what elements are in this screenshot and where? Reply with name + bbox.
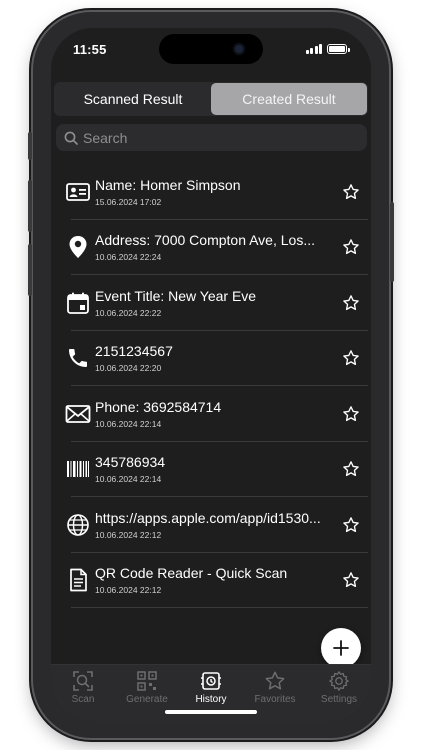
star-outline-icon bbox=[343, 405, 359, 421]
tab-favorites[interactable]: Favorites bbox=[243, 670, 307, 722]
item-title: https://apps.apple.com/app/id1530... bbox=[95, 509, 321, 526]
scan-icon bbox=[73, 671, 93, 691]
item-title: 2151234567 bbox=[95, 343, 173, 360]
item-date: 10.06.2024 22:20 bbox=[95, 363, 162, 374]
item-date: 10.06.2024 22:12 bbox=[95, 585, 162, 596]
list-item[interactable]: Phone: 3692584714 10.06.2024 22:14 bbox=[51, 386, 371, 442]
list-item[interactable]: https://apps.apple.com/app/id1530... 10.… bbox=[51, 497, 371, 553]
segment-scanned-result[interactable]: Scanned Result bbox=[55, 83, 211, 115]
search-input[interactable] bbox=[83, 129, 353, 146]
power-button bbox=[390, 202, 394, 282]
home-indicator bbox=[165, 710, 257, 714]
item-title: Name: Homer Simpson bbox=[95, 176, 241, 193]
contact-card-icon bbox=[66, 182, 90, 201]
item-date: 10.06.2024 22:14 bbox=[95, 418, 162, 429]
tab-settings[interactable]: Settings bbox=[307, 670, 371, 722]
add-button[interactable] bbox=[321, 628, 361, 668]
signal-icon bbox=[305, 44, 322, 54]
favorite-star-button[interactable] bbox=[331, 571, 371, 589]
star-outline-icon bbox=[343, 183, 359, 199]
dynamic-island bbox=[159, 34, 263, 64]
list-item[interactable]: 2151234567 10.06.2024 22:20 bbox=[51, 331, 371, 387]
camera-icon bbox=[233, 43, 245, 55]
volume-down-button bbox=[28, 244, 32, 296]
star-outline-icon bbox=[343, 294, 359, 310]
favorite-star-button[interactable] bbox=[331, 238, 371, 256]
tab-label: Generate bbox=[126, 694, 168, 705]
item-date: 10.06.2024 22:24 bbox=[95, 252, 162, 263]
star-outline-icon bbox=[343, 239, 359, 255]
favorite-star-button[interactable] bbox=[331, 183, 371, 201]
item-date: 10.06.2024 22:14 bbox=[95, 474, 162, 485]
result-type-segmented-control: Scanned Result Created Result bbox=[54, 82, 368, 116]
list-item[interactable]: QR Code Reader - Quick Scan 10.06.2024 2… bbox=[51, 553, 371, 609]
gear-icon bbox=[329, 671, 349, 691]
location-pin-icon bbox=[69, 236, 87, 259]
item-title: 345786934 bbox=[95, 454, 166, 471]
item-title: Phone: 3692584714 bbox=[95, 398, 222, 415]
item-date: 10.06.2024 22:22 bbox=[95, 307, 162, 318]
favorite-star-button[interactable] bbox=[331, 349, 371, 367]
mute-switch bbox=[28, 132, 32, 160]
favorite-star-button[interactable] bbox=[331, 460, 371, 478]
app-screen: 11:55 Scanned Result Created Result Sear… bbox=[51, 28, 371, 722]
star-icon bbox=[265, 671, 285, 690]
tab-scan[interactable]: Scan bbox=[51, 670, 115, 722]
item-date: 15.06.2024 17:02 bbox=[95, 196, 162, 207]
item-date: 10.06.2024 22:12 bbox=[95, 529, 162, 540]
status-icons bbox=[305, 44, 350, 54]
calendar-icon bbox=[67, 292, 89, 314]
tab-history[interactable]: History bbox=[179, 670, 243, 722]
star-outline-icon bbox=[343, 350, 359, 366]
envelope-icon bbox=[65, 404, 91, 423]
qr-generate-icon bbox=[137, 671, 157, 691]
list-item[interactable]: Name: Homer Simpson 15.06.2024 17:02 bbox=[51, 164, 371, 220]
list-item[interactable]: 345786934 10.06.2024 22:14 bbox=[51, 442, 371, 498]
star-outline-icon bbox=[343, 572, 359, 588]
phone-frame: 11:55 Scanned Result Created Result Sear… bbox=[28, 12, 394, 738]
tab-label: Settings bbox=[320, 694, 358, 705]
tab-label: Favorites bbox=[254, 694, 296, 705]
list-item[interactable]: Event Title: New Year Eve 10.06.2024 22:… bbox=[51, 275, 371, 331]
volume-up-button bbox=[28, 180, 32, 232]
search-icon bbox=[64, 131, 78, 145]
barcode-icon bbox=[67, 461, 89, 478]
document-icon bbox=[70, 568, 87, 592]
history-icon bbox=[201, 672, 221, 690]
segment-created-result[interactable]: Created Result bbox=[211, 83, 367, 115]
star-outline-icon bbox=[343, 516, 359, 532]
favorite-star-button[interactable] bbox=[331, 516, 371, 534]
globe-icon bbox=[67, 513, 89, 536]
search-bar[interactable] bbox=[56, 124, 367, 151]
tab-label: Scan bbox=[71, 694, 95, 705]
item-title: QR Code Reader - Quick Scan bbox=[95, 565, 288, 582]
phone-icon bbox=[69, 349, 87, 368]
tab-bar: Scan Generate History Favorites Settings bbox=[51, 664, 371, 722]
favorite-star-button[interactable] bbox=[331, 405, 371, 423]
favorite-star-button[interactable] bbox=[331, 294, 371, 312]
item-title: Event Title: New Year Eve bbox=[95, 287, 257, 304]
plus-icon bbox=[333, 640, 349, 656]
battery-icon bbox=[327, 44, 350, 54]
tab-generate[interactable]: Generate bbox=[115, 670, 179, 722]
item-title: Address: 7000 Compton Ave, Los... bbox=[95, 232, 315, 249]
history-list: Name: Homer Simpson 15.06.2024 17:02 Add… bbox=[51, 164, 371, 608]
list-item[interactable]: Address: 7000 Compton Ave, Los... 10.06.… bbox=[51, 220, 371, 276]
star-outline-icon bbox=[343, 461, 359, 477]
tab-label: History bbox=[195, 694, 227, 705]
status-time: 11:55 bbox=[73, 42, 107, 57]
